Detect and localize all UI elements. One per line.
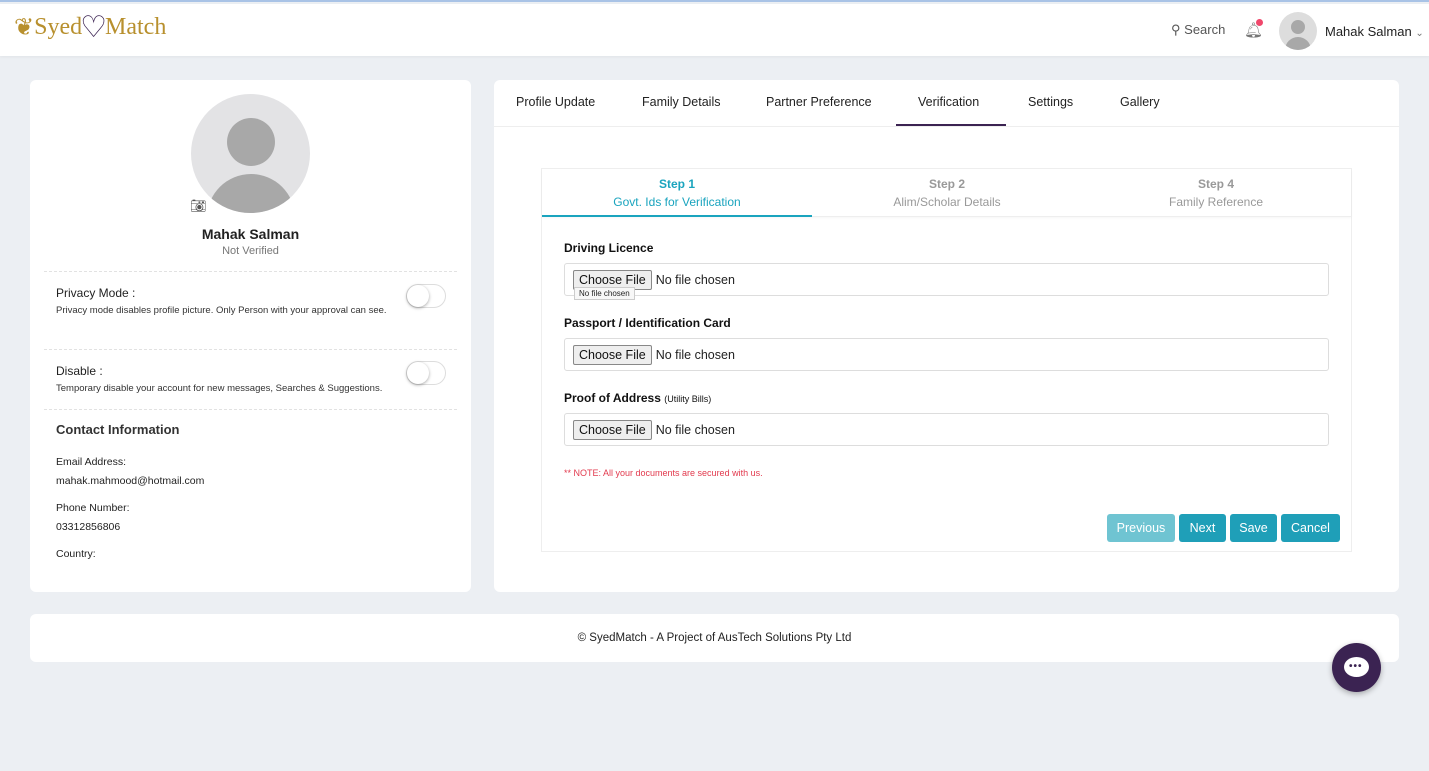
footer: © SyedMatch - A Project of AusTech Solut… bbox=[30, 614, 1399, 662]
contact-info-title: Contact Information bbox=[56, 422, 180, 437]
proof-of-address-label: Proof of Address (Utility Bills) bbox=[564, 391, 712, 405]
passport-file-input[interactable]: Choose File No file chosen bbox=[564, 338, 1329, 371]
divider bbox=[44, 349, 457, 350]
step-2[interactable]: Step 2 Alim/Scholar Details bbox=[812, 177, 1082, 209]
notification-dot bbox=[1256, 19, 1263, 26]
divider bbox=[44, 271, 457, 272]
tab-gallery[interactable]: Gallery bbox=[1120, 95, 1160, 109]
syedmatch-logo[interactable]: ❦ Syed ♡ Match bbox=[14, 10, 166, 45]
country-label: Country: bbox=[56, 548, 96, 560]
wizard-steps: Step 1 Govt. Ids for Verification Step 2A… bbox=[542, 169, 1351, 217]
privacy-mode-toggle[interactable] bbox=[406, 284, 446, 308]
security-note: ** NOTE: All your documents are secured … bbox=[564, 468, 763, 478]
disable-description: Temporary disable your account for new m… bbox=[56, 383, 383, 394]
email-value: mahak.mahmood@hotmail.com bbox=[56, 475, 205, 487]
profile-name: Mahak Salman bbox=[201, 226, 300, 242]
chevron-down-icon: ⌄ bbox=[1415, 28, 1424, 39]
passport-label: Passport / Identification Card bbox=[564, 316, 731, 330]
verification-status: Not Verified bbox=[222, 245, 279, 257]
tab-bar: Profile Update Family Details Partner Pr… bbox=[494, 80, 1399, 127]
previous-button[interactable]: Previous bbox=[1107, 514, 1175, 542]
phone-value: 03312856806 bbox=[56, 521, 121, 533]
proof-of-address-file-input[interactable]: Choose File No file chosen bbox=[564, 413, 1329, 446]
email-label: Email Address: bbox=[56, 456, 127, 468]
user-avatar[interactable] bbox=[1279, 12, 1317, 50]
notification-bell-icon[interactable]: 🔔︎ bbox=[1244, 19, 1263, 39]
tab-family-details[interactable]: Family Details bbox=[642, 95, 721, 109]
cancel-button[interactable]: Cancel bbox=[1281, 514, 1340, 542]
disable-label: Disable : bbox=[56, 364, 103, 378]
disable-toggle[interactable] bbox=[406, 361, 446, 385]
search-icon: ⚲ bbox=[1171, 22, 1181, 37]
privacy-mode-label: Privacy Mode : bbox=[56, 286, 136, 300]
step-1[interactable]: Step 1 Govt. Ids for Verification bbox=[542, 177, 812, 209]
tab-partner-preference[interactable]: Partner Preference bbox=[766, 95, 872, 109]
tab-settings[interactable]: Settings bbox=[1028, 95, 1073, 109]
driving-licence-label: Driving Licence bbox=[564, 241, 654, 255]
choose-file-button[interactable]: Choose File bbox=[573, 419, 652, 440]
camera-icon[interactable]: 📷︎ bbox=[190, 198, 207, 214]
driving-licence-file-input[interactable]: Choose File No file chosen bbox=[564, 263, 1329, 296]
choose-file-button[interactable]: Choose File bbox=[573, 344, 652, 365]
tab-profile-update[interactable]: Profile Update bbox=[516, 95, 595, 109]
main-panel: Profile Update Family Details Partner Pr… bbox=[494, 80, 1399, 592]
file-tooltip: No file chosen bbox=[574, 287, 635, 300]
chat-button[interactable]: ••• bbox=[1332, 643, 1381, 692]
user-menu[interactable]: Mahak Salman ⌄ bbox=[1325, 24, 1424, 39]
profile-avatar bbox=[191, 94, 310, 213]
search-link[interactable]: ⚲ Search bbox=[1171, 22, 1225, 38]
next-button[interactable]: Next bbox=[1179, 514, 1226, 542]
verification-wizard: Step 1 Govt. Ids for Verification Step 2A… bbox=[541, 168, 1352, 552]
divider bbox=[44, 409, 457, 410]
step-4[interactable]: Step 4 Family Reference bbox=[1081, 177, 1351, 209]
top-header: ❦ Syed ♡ Match ⚲ Search 🔔︎ Mahak Salman ⌄ bbox=[0, 4, 1429, 56]
save-button[interactable]: Save bbox=[1230, 514, 1277, 542]
profile-sidebar: 📷︎ Mahak Salman Not Verified Privacy Mod… bbox=[30, 80, 471, 592]
tab-verification[interactable]: Verification bbox=[918, 95, 979, 109]
phone-label: Phone Number: bbox=[56, 502, 130, 514]
active-tab-indicator bbox=[896, 124, 1006, 126]
privacy-mode-description: Privacy mode disables profile picture. O… bbox=[56, 305, 387, 316]
active-step-indicator bbox=[542, 215, 812, 217]
